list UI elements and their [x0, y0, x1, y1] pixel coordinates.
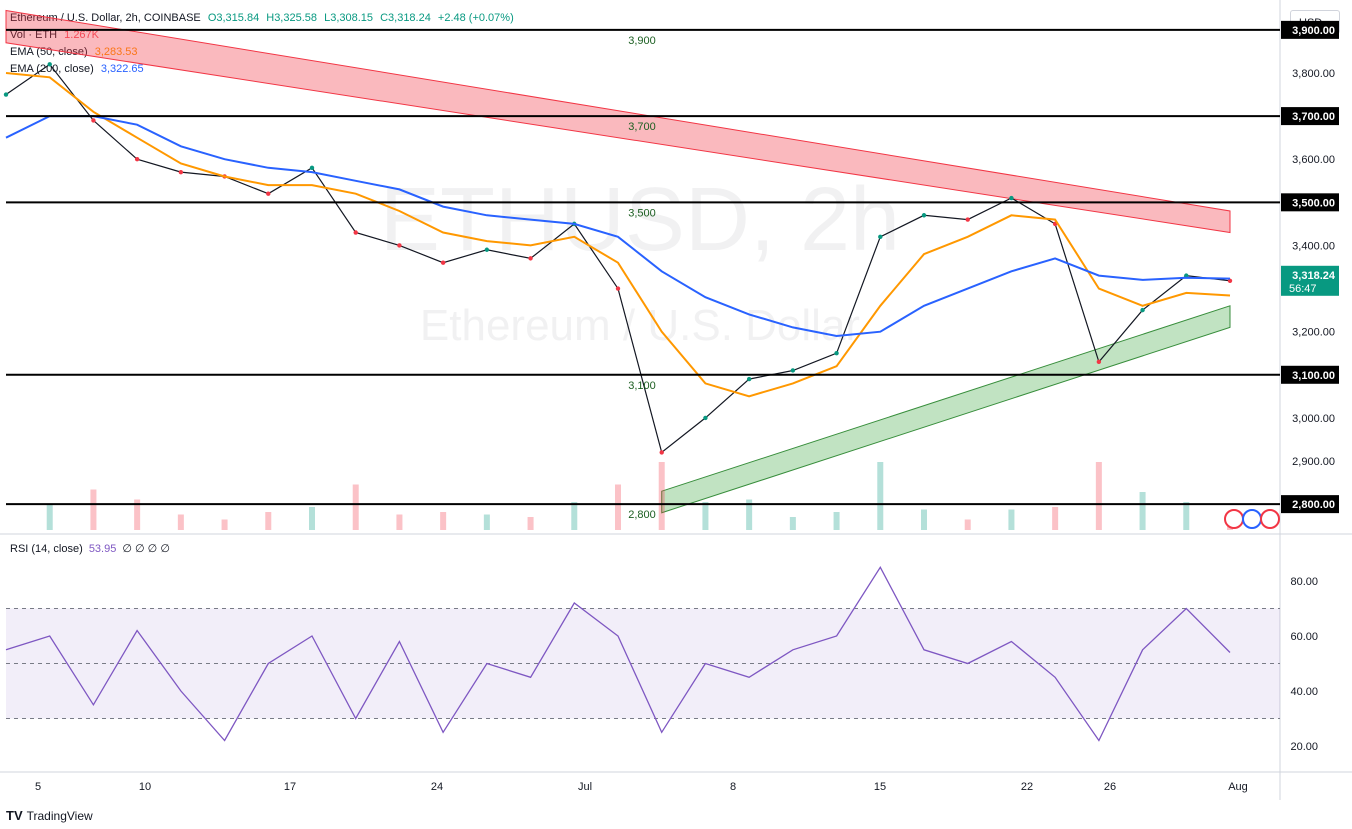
level-label: 3,500: [628, 207, 656, 219]
level-label: 3,700: [628, 121, 656, 133]
watermark: ETHUSD, 2h Ethereum / U.S. Dollar: [380, 170, 900, 350]
level-axis-label: 3,100.00: [1292, 370, 1335, 382]
price-point: [134, 157, 140, 162]
rsi-tick-label: 80.00: [1290, 576, 1318, 588]
volume-bar: [1139, 492, 1146, 530]
event-flag-icon: [1224, 509, 1244, 529]
volume-bar: [1052, 507, 1059, 530]
volume-bar: [877, 462, 884, 530]
rsi-tick-label: 20.00: [1290, 741, 1318, 753]
event-flag-icon: [1260, 509, 1280, 529]
price-point: [965, 217, 970, 222]
volume-bar: [309, 507, 315, 530]
price-point: [3, 92, 9, 97]
volume-bar: [352, 484, 359, 530]
price-point: [790, 368, 796, 373]
time-tick-label: Jul: [578, 781, 592, 793]
price-point: [921, 213, 927, 218]
level-label: 3,900: [628, 35, 656, 47]
price-point: [266, 191, 271, 196]
level-axis-label: 3,900.00: [1292, 25, 1335, 37]
time-tick-label: 5: [35, 781, 41, 793]
level-axis-label: 3,500.00: [1292, 197, 1335, 209]
rsi-tick-label: 40.00: [1290, 686, 1318, 698]
price-point: [91, 118, 96, 123]
price-point: [353, 230, 358, 235]
countdown-label: 56:47: [1289, 283, 1317, 295]
time-tick-label: 17: [284, 781, 296, 793]
volume-bar: [789, 517, 796, 530]
volume-bar: [615, 484, 621, 530]
time-tick-label: 15: [874, 781, 886, 793]
event-flags[interactable]: [1224, 509, 1280, 529]
level-label: 3,100: [628, 380, 656, 392]
price-chart[interactable]: ETHUSD, 2h Ethereum / U.S. Dollar 2,800 3…: [0, 0, 1352, 800]
time-tick-label: 8: [730, 781, 736, 793]
price-point: [178, 169, 184, 175]
price-point: [878, 234, 883, 240]
volume-bar: [46, 504, 53, 530]
rsi-tick-label: 60.00: [1290, 631, 1318, 643]
price-point: [746, 376, 752, 382]
volume-bar: [833, 512, 840, 530]
price-point: [309, 165, 315, 171]
level-label: 2,800: [628, 509, 656, 521]
price-point: [703, 415, 708, 421]
price-tick-label: 3,400.00: [1292, 240, 1335, 252]
price-point: [397, 243, 402, 248]
price-tick-label: 2,900.00: [1292, 456, 1335, 468]
volume-bar: [1008, 509, 1015, 530]
volume-bar: [702, 502, 709, 530]
volume-bar: [177, 514, 184, 530]
volume-bar: [571, 502, 578, 530]
price-tick-label: 3,600.00: [1292, 154, 1335, 166]
volume-bar: [396, 514, 403, 530]
tradingview-logo: TV: [6, 808, 23, 823]
volume-bar: [440, 512, 447, 530]
price-point: [528, 256, 533, 261]
price-point: [1009, 195, 1014, 201]
volume-bar: [1095, 462, 1102, 530]
volume-bar: [964, 519, 971, 530]
footer-brand: TradingView: [26, 808, 93, 823]
watermark-name: Ethereum / U.S. Dollar: [420, 301, 860, 350]
price-point: [47, 62, 52, 67]
volume-bar: [1183, 502, 1190, 530]
price-point: [484, 247, 490, 252]
price-point: [834, 351, 839, 356]
price-point: [615, 286, 621, 291]
volume-bar: [90, 489, 97, 530]
footer[interactable]: TV TradingView: [6, 808, 93, 823]
volume-bar: [483, 514, 490, 530]
last-price-label: 3,318.24: [1292, 270, 1336, 282]
volume-bar: [921, 509, 927, 530]
price-point: [659, 450, 664, 455]
time-tick-label: Aug: [1228, 781, 1248, 793]
price-point: [440, 260, 446, 265]
volume-bar: [221, 519, 228, 530]
event-flag-icon: [1242, 509, 1262, 529]
level-axis-label: 3,700.00: [1292, 111, 1335, 123]
volume-bar: [658, 462, 665, 530]
price-point: [1096, 359, 1102, 365]
time-tick-label: 26: [1104, 781, 1116, 793]
level-axis-label: 2,800.00: [1292, 499, 1335, 511]
volume-bar: [265, 512, 272, 530]
price-tick-label: 3,800.00: [1292, 68, 1335, 80]
volume-bar: [527, 517, 534, 530]
time-tick-label: 10: [139, 781, 151, 793]
price-point: [1140, 307, 1145, 313]
time-tick-label: 22: [1021, 781, 1033, 793]
time-tick-label: 24: [431, 781, 443, 793]
price-tick-label: 3,200.00: [1292, 327, 1335, 339]
price-tick-label: 3,000.00: [1292, 413, 1335, 425]
